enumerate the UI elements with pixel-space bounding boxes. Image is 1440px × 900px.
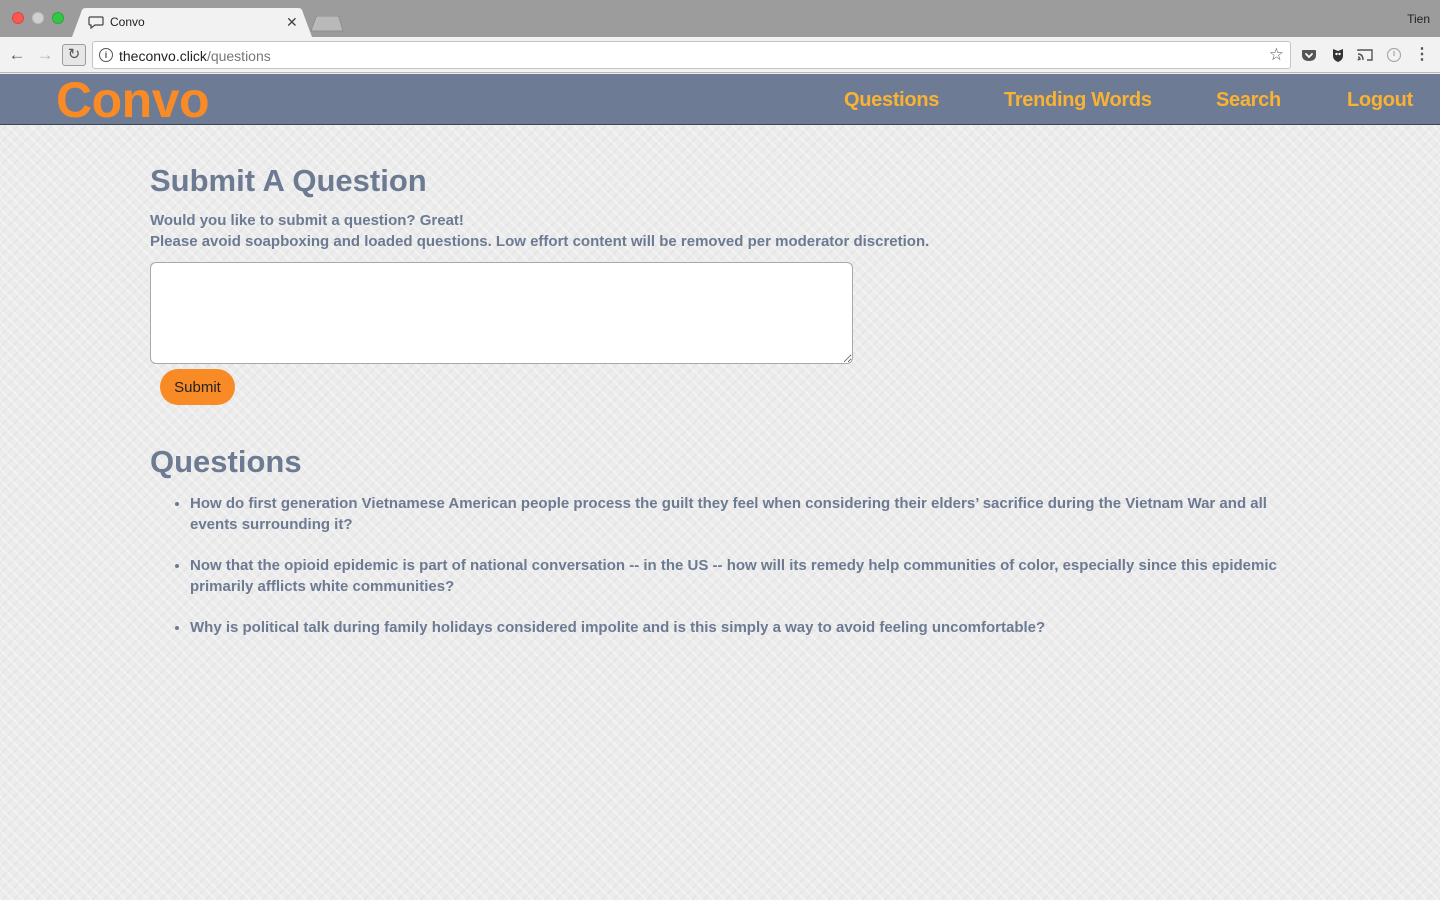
browser-menu-icon[interactable]: ⋮ (1414, 45, 1430, 65)
shield-extension-icon[interactable] (1330, 47, 1346, 63)
bookmark-star-icon[interactable]: ☆ (1269, 46, 1284, 64)
back-arrow-icon[interactable]: ← (7, 45, 27, 65)
nav-link-logout[interactable]: Logout (1347, 89, 1413, 111)
questions-heading: Questions (150, 444, 302, 479)
questions-list: How do first generation Vietnamese Ameri… (150, 493, 1290, 638)
pocket-icon[interactable] (1301, 47, 1317, 63)
forward-arrow-icon[interactable]: → (35, 45, 55, 65)
speech-bubble-icon (88, 16, 104, 29)
intro-line-2: Please avoid soapboxing and loaded quest… (150, 233, 930, 250)
nav-link-search[interactable]: Search (1216, 89, 1281, 111)
question-textarea[interactable] (150, 262, 853, 364)
browser-toolbar: ← → ↻ i theconvo.click/questions ☆ ⋮ (0, 37, 1440, 73)
page-body: Convo Questions Trending Words Search Lo… (0, 74, 1440, 900)
tab-close-icon[interactable]: ✕ (286, 13, 298, 31)
browser-tabstrip: Convo ✕ Tien (0, 0, 1440, 37)
cast-icon[interactable] (1357, 47, 1373, 63)
url-path: /questions (206, 48, 271, 64)
submit-question-heading: Submit A Question (150, 163, 427, 198)
main-content: Submit A Question Would you like to subm… (150, 162, 1290, 658)
submit-intro: Would you like to submit a question? Gre… (150, 210, 1290, 252)
question-item[interactable]: Now that the opioid epidemic is part of … (190, 555, 1290, 597)
intro-line-1: Would you like to submit a question? Gre… (150, 212, 464, 229)
nav-link-questions[interactable]: Questions (844, 89, 939, 111)
address-bar[interactable]: i theconvo.click/questions ☆ (92, 41, 1291, 69)
extension-circle-icon[interactable] (1386, 47, 1402, 63)
url-text[interactable]: theconvo.click/questions (119, 48, 271, 64)
question-item[interactable]: How do first generation Vietnamese Ameri… (190, 493, 1290, 535)
info-icon[interactable]: i (99, 48, 113, 62)
window-maximize-button[interactable] (52, 12, 64, 24)
site-logo[interactable]: Convo (56, 74, 210, 126)
new-tab-button[interactable] (310, 16, 344, 32)
url-host: theconvo.click (119, 48, 207, 64)
window-close-button[interactable] (12, 12, 24, 24)
window-minimize-button[interactable] (32, 12, 44, 24)
browser-tab[interactable] (72, 8, 312, 37)
nav-link-trending-words[interactable]: Trending Words (1004, 89, 1152, 111)
profile-name[interactable]: Tien (1407, 12, 1430, 26)
tab-title: Convo (110, 15, 145, 29)
site-navbar: Convo Questions Trending Words Search Lo… (0, 74, 1440, 126)
question-item[interactable]: Why is political talk during family holi… (190, 617, 1290, 638)
reload-icon[interactable]: ↻ (62, 44, 86, 66)
submit-button[interactable]: Submit (160, 369, 235, 405)
